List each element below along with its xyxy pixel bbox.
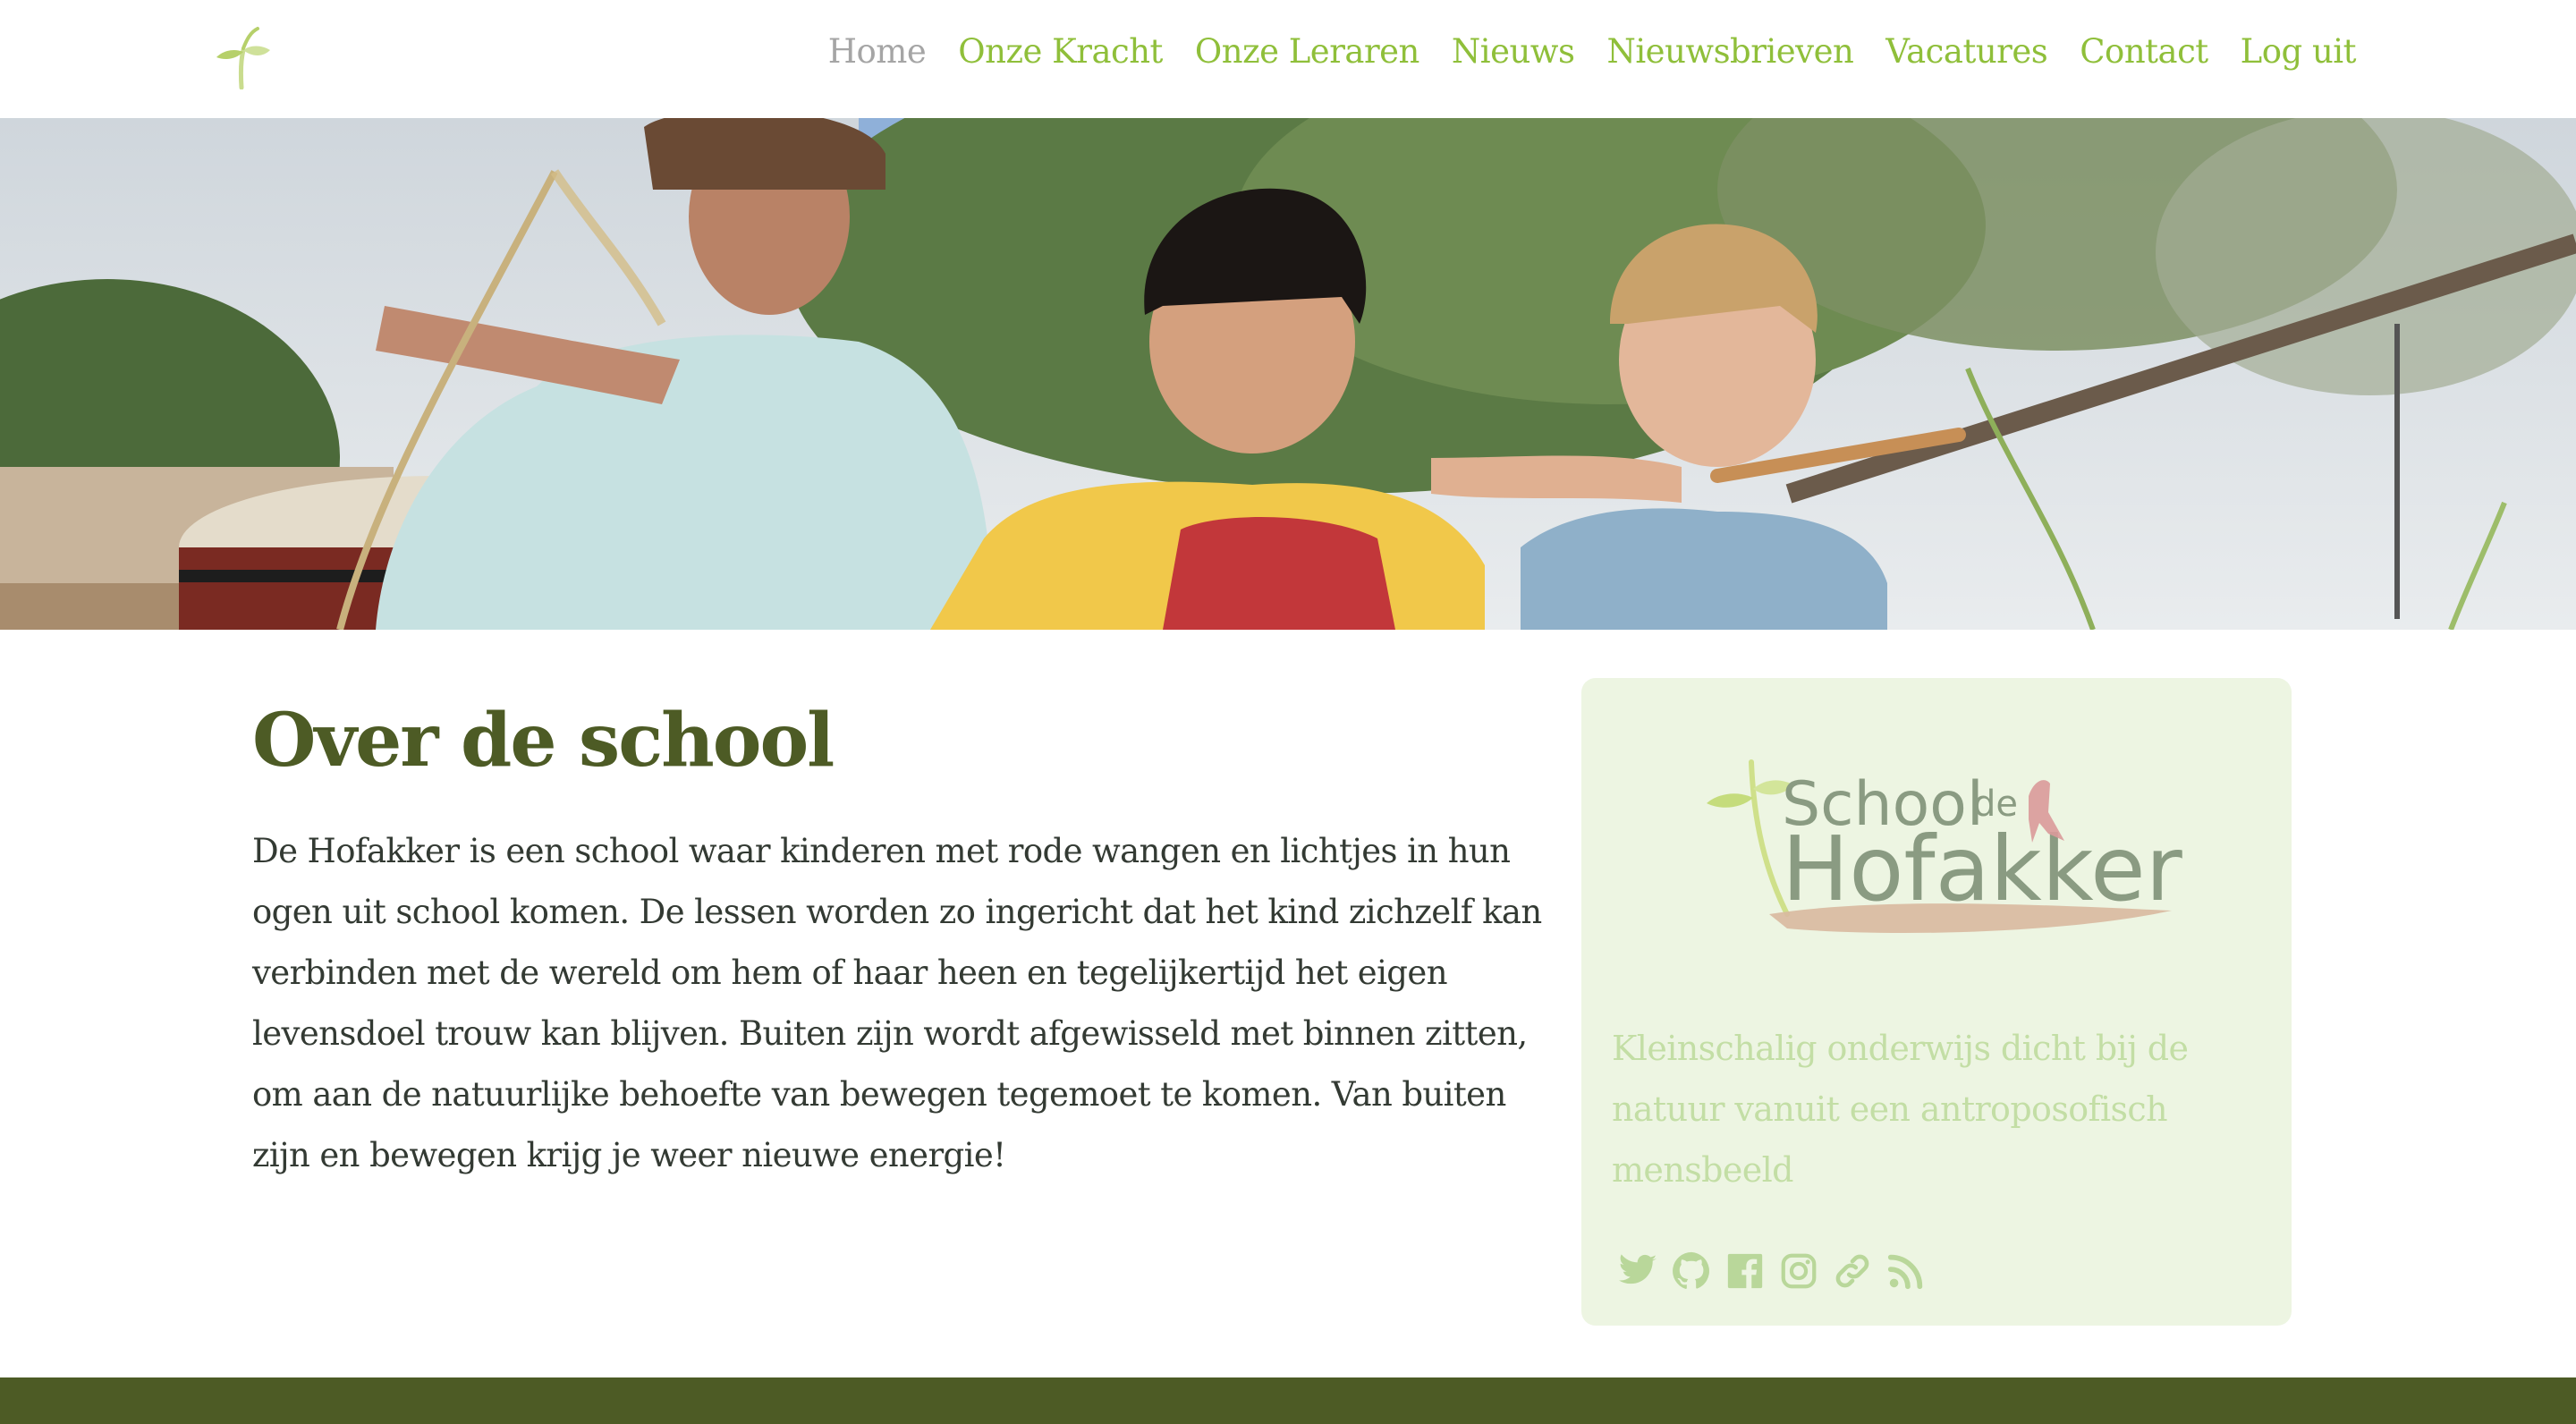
sidebar-card: School de Hofakker Kleinschalig onderwij… <box>1581 678 2292 1326</box>
instagram-icon[interactable] <box>1778 1250 1819 1292</box>
logo-hofakker-text: Hofakker <box>1782 817 2183 921</box>
nav-item-vacatures[interactable]: Vacatures <box>1885 32 2047 71</box>
school-logo: School de Hofakker <box>1689 726 2190 941</box>
social-links <box>1617 1250 1927 1292</box>
page-title: Over de school <box>252 698 835 784</box>
logo-sprout-icon[interactable] <box>211 25 274 90</box>
link-icon[interactable] <box>1832 1250 1873 1292</box>
nav-item-nieuwsbrieven[interactable]: Nieuwsbrieven <box>1606 32 1853 71</box>
nav-item-home[interactable]: Home <box>828 32 927 71</box>
main-content: Over de school De Hofakker is een school… <box>252 698 1558 1186</box>
nav-item-nieuws[interactable]: Nieuws <box>1452 32 1575 71</box>
site-header: Home Onze Kracht Onze Leraren Nieuws Nie… <box>0 0 2576 118</box>
nav-item-log-uit[interactable]: Log uit <box>2241 32 2357 71</box>
facebook-icon[interactable] <box>1724 1250 1766 1292</box>
nav-item-onze-leraren[interactable]: Onze Leraren <box>1195 32 1419 71</box>
site-footer <box>0 1377 2576 1424</box>
intro-paragraph: De Hofakker is een school waar kinderen … <box>252 832 1542 1174</box>
github-icon[interactable] <box>1671 1250 1712 1292</box>
main-nav: Home Onze Kracht Onze Leraren Nieuws Nie… <box>828 32 2357 71</box>
rss-icon[interactable] <box>1885 1250 1927 1292</box>
nav-item-onze-kracht[interactable]: Onze Kracht <box>958 32 1163 71</box>
nav-item-contact[interactable]: Contact <box>2080 32 2208 71</box>
twitter-icon[interactable] <box>1617 1250 1658 1292</box>
hero-image <box>0 118 2576 630</box>
tagline: Kleinschalig onderwijs dicht bij de natu… <box>1612 1029 2189 1190</box>
